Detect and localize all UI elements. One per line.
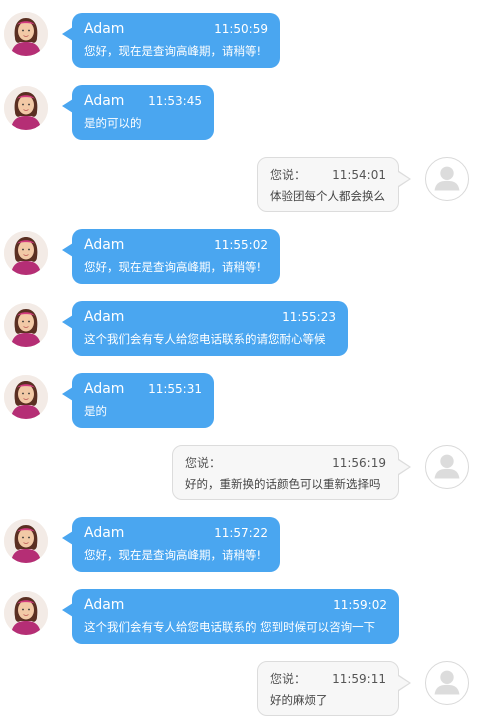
agent-message-bubble: Adam 11:53:45 是的可以的 [62,85,214,140]
message-time: 11:55:23 [282,310,336,324]
agent-message-bubble: Adam 11:50:59 您好，现在是查询高峰期，请稍等! [62,13,280,68]
sender-name: 您说： [270,672,307,686]
agent-message-bubble: Adam 11:59:02 这个我们会有专人给您电话联系的 您到时候可以咨询一下 [62,589,399,644]
agent-message-bubble: Adam 11:55:31 是的 [62,373,214,428]
message-time: 11:56:19 [332,456,386,470]
agent-message-bubble: Adam 11:55:23 这个我们会有专人给您电话联系的请您耐心等候 [62,301,348,356]
sender-name: 您说： [270,168,307,182]
sender-name: Adam [84,309,125,325]
sender-name: Adam [84,597,125,613]
message-time: 11:55:02 [214,238,268,252]
agent-avatar [4,303,48,347]
sender-name: Adam [84,93,125,109]
user-avatar [425,661,469,705]
user-message-bubble: 您说： 11:56:19 好的，重新换的话颜色可以重新选择吗 [172,445,411,500]
user-message-bubble: 您说： 11:54:01 体验团每个人都会换么 [257,157,411,212]
agent-avatar [4,591,48,635]
agent-avatar [4,231,48,275]
agent-message-bubble: Adam 11:57:22 您好，现在是查询高峰期，请稍等! [62,517,280,572]
agent-avatar [4,519,48,563]
agent-message-bubble: Adam 11:55:02 您好，现在是查询高峰期，请稍等! [62,229,280,284]
message-text: 您好，现在是查询高峰期，请稍等! [84,548,262,562]
message-time: 11:59:11 [332,672,386,686]
sender-name: Adam [84,237,125,253]
message-text: 是的可以的 [84,116,142,130]
message-text: 好的，重新换的话颜色可以重新选择吗 [185,477,381,491]
message-text: 好的麻烦了 [270,693,328,707]
message-time: 11:50:59 [214,22,268,36]
sender-name: 您说： [185,456,222,470]
sender-name: Adam [84,381,125,397]
message-text: 这个我们会有专人给您电话联系的 您到时候可以咨询一下 [84,620,376,634]
user-avatar [425,157,469,201]
message-time: 11:54:01 [332,168,386,182]
sender-name: Adam [84,21,125,37]
message-text: 这个我们会有专人给您电话联系的请您耐心等候 [84,332,326,346]
message-text: 您好，现在是查询高峰期，请稍等! [84,260,262,274]
message-text: 您好，现在是查询高峰期，请稍等! [84,44,262,58]
user-message-bubble: 您说： 11:59:11 好的麻烦了 [257,661,411,716]
message-text: 体验团每个人都会换么 [270,189,385,203]
message-time: 11:57:22 [214,526,268,540]
message-time: 11:55:31 [148,382,202,396]
message-time: 11:59:02 [333,598,387,612]
chat-transcript: Adam 11:50:59 您好，现在是查询高峰期，请稍等! Adam 11:53:… [0,0,501,718]
sender-name: Adam [84,525,125,541]
agent-avatar [4,12,48,56]
user-avatar [425,445,469,489]
agent-avatar [4,86,48,130]
agent-avatar [4,375,48,419]
message-text: 是的 [84,404,107,418]
message-time: 11:53:45 [148,94,202,108]
